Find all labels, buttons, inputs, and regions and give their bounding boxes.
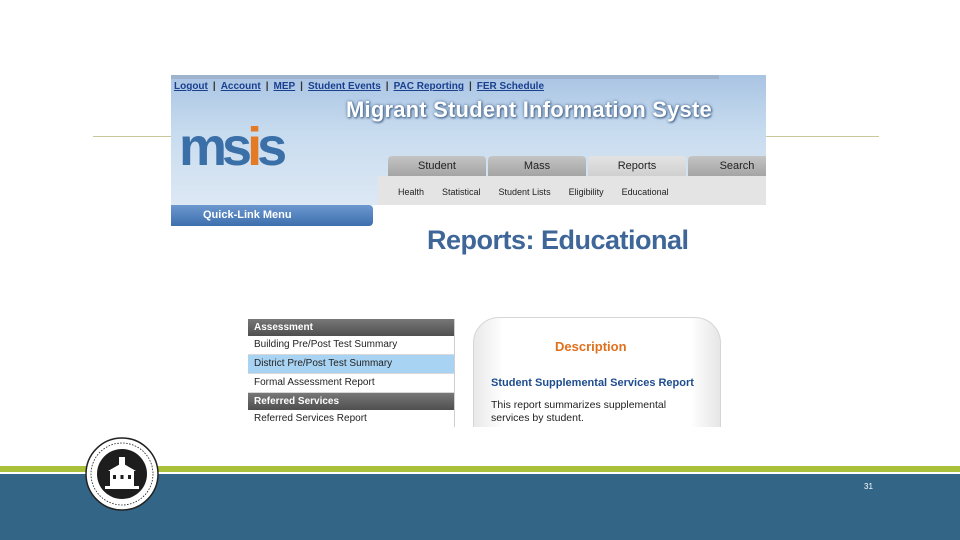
subtab-statistical[interactable]: Statistical [442,187,481,197]
quick-link-label: Quick-Link Menu [203,209,292,221]
student-events-link[interactable]: Student Events [308,81,381,92]
msis-screenshot: Logout | Account | MEP | Student Events | PAC Re… [171,75,766,427]
menu-section-referred-services: Referred Services [248,393,454,410]
logout-link[interactable]: Logout [174,81,208,92]
top-nav: Logout | Account | MEP | Student Events | PAC Re… [174,81,545,92]
fer-schedule-link[interactable]: FER Schedule [477,81,544,92]
account-link[interactable]: Account [221,81,261,92]
menu-item-referred-services-report[interactable]: Referred Services Report [248,410,454,427]
header-strip [171,75,719,79]
tab-reports[interactable]: Reports [588,156,686,176]
tab-mass[interactable]: Mass [488,156,586,176]
app-header: Logout | Account | MEP | Student Events | PAC Re… [171,75,766,205]
menu-item-formal-assessment[interactable]: Formal Assessment Report [248,374,454,393]
tab-search[interactable]: Search [688,156,766,176]
subtab-eligibility[interactable]: Eligibility [569,187,604,197]
tab-student[interactable]: Student [388,156,486,176]
subtab-educational[interactable]: Educational [622,187,669,197]
description-title: Description [555,339,627,354]
report-menu: Assessment Building Pre/Post Test Summar… [248,319,455,427]
menu-item-building-pre-post[interactable]: Building Pre/Post Test Summary [248,336,454,355]
main-tabs: Student Mass Reports Search [388,156,766,176]
quick-link-menu-button[interactable]: Quick-Link Menu [171,205,373,226]
mep-link[interactable]: MEP [274,81,296,92]
description-panel: Description Student Supplemental Service… [473,317,721,427]
page-number: 31 [864,482,873,491]
subtab-health[interactable]: Health [398,187,424,197]
description-body: This report summarizes supplemental serv… [491,399,667,424]
subtab-student-lists[interactable]: Student Lists [499,187,551,197]
report-subtabs: Health Statistical Student Lists Eligibi… [398,187,669,197]
pac-reporting-link[interactable]: PAC Reporting [394,81,464,92]
menu-item-district-pre-post[interactable]: District Pre/Post Test Summary [248,355,454,374]
msis-logo: msis [179,117,287,177]
page-title: Reports: Educational [427,225,689,255]
description-report-name: Student Supplemental Services Report [491,377,694,389]
app-title: Migrant Student Information Syste [346,97,712,122]
menu-section-assessment: Assessment [248,319,454,336]
state-seal-icon [85,437,159,511]
